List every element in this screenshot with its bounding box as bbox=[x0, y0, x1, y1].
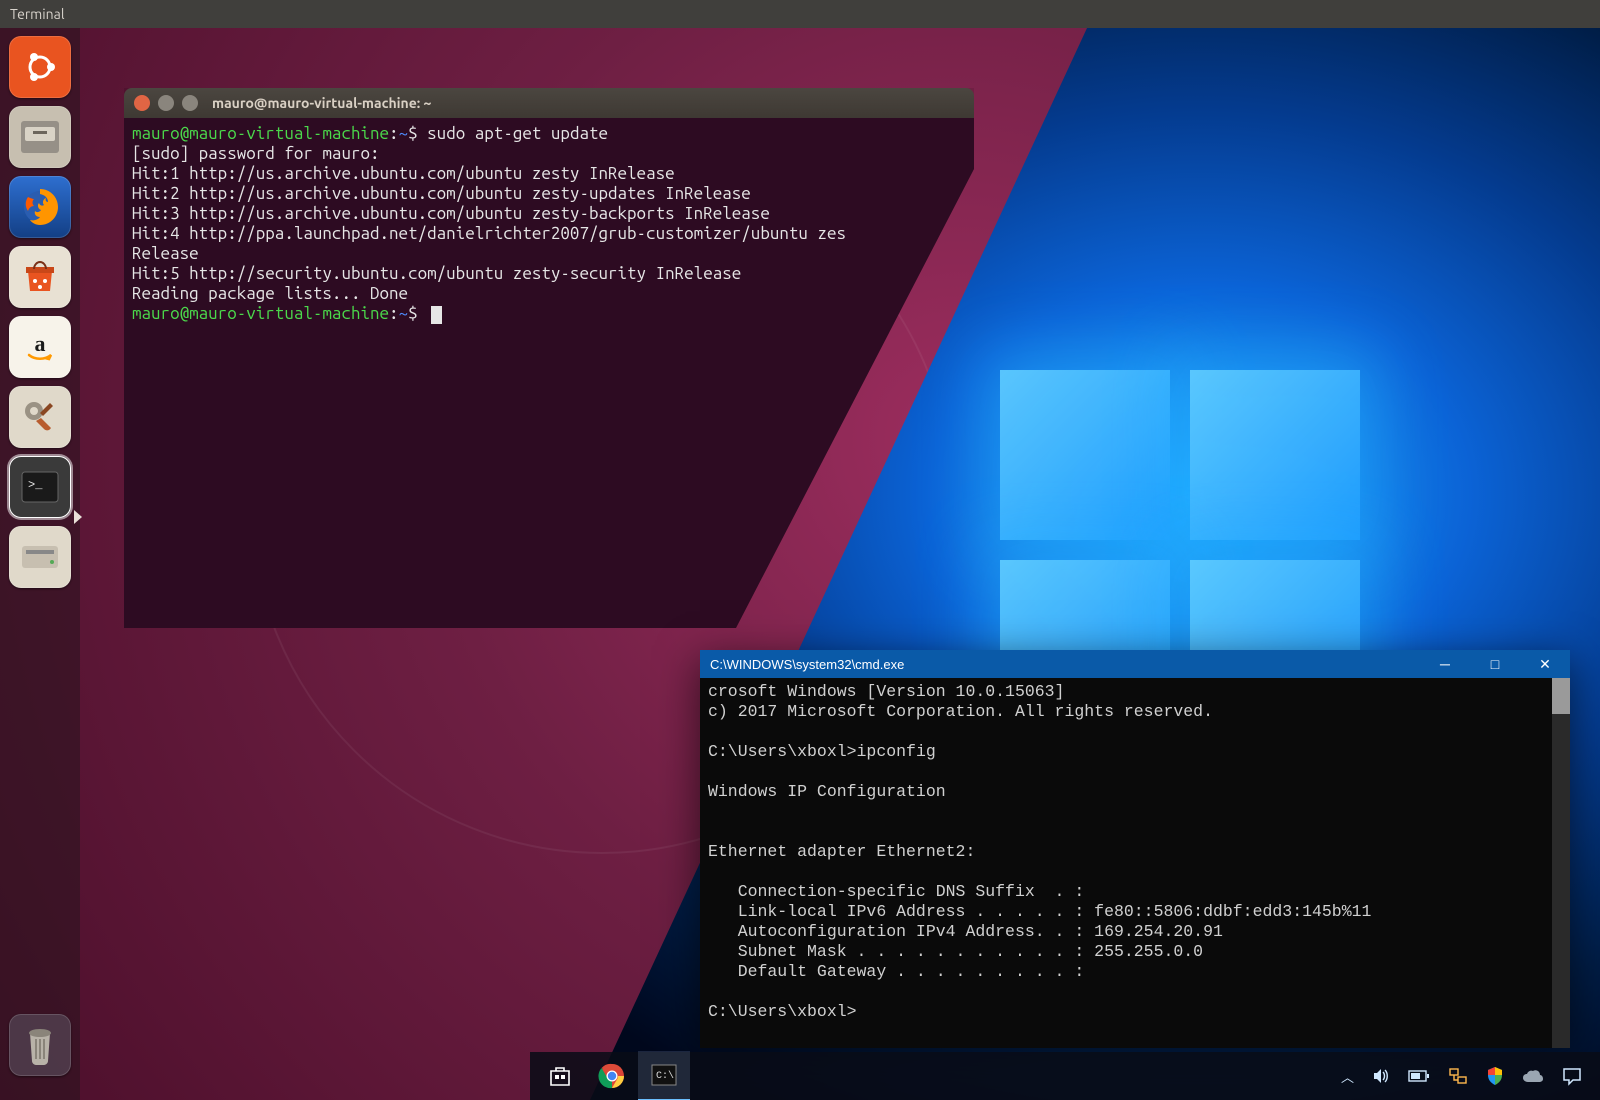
terminal-line: Release bbox=[132, 244, 199, 263]
cmd-line: Subnet Mask . . . . . . . . . . . : 255.… bbox=[708, 942, 1203, 961]
tray-battery-icon[interactable] bbox=[1408, 1069, 1430, 1083]
store-icon bbox=[547, 1063, 573, 1089]
terminal-line: Hit:5 http://security.ubuntu.com/ubuntu … bbox=[132, 264, 741, 283]
cmd-line: Ethernet adapter Ethernet2: bbox=[708, 842, 975, 861]
firefox-icon bbox=[18, 185, 62, 229]
ubuntu-menubar: Terminal bbox=[0, 0, 1600, 28]
cmd-line: crosoft Windows [Version 10.0.15063] bbox=[708, 682, 1064, 701]
prompt-path: ~ bbox=[399, 304, 409, 323]
cmd-titlebar[interactable]: C:\WINDOWS\system32\cmd.exe ─ □ ✕ bbox=[700, 650, 1570, 678]
wrench-gear-icon bbox=[19, 396, 61, 438]
ubuntu-terminal-titlebar[interactable]: mauro@mauro-virtual-machine: ~ bbox=[124, 88, 974, 118]
maximize-button[interactable]: □ bbox=[1470, 650, 1520, 678]
windows-logo-tile bbox=[1000, 370, 1170, 540]
cmd-line: c) 2017 Microsoft Corporation. All right… bbox=[708, 702, 1213, 721]
windows-taskbar: C:\ ︿ bbox=[530, 1052, 1600, 1100]
disk-drive-icon bbox=[18, 540, 62, 574]
terminal-command: sudo apt-get update bbox=[427, 124, 608, 143]
terminal-line: [sudo] password for mauro: bbox=[132, 144, 380, 163]
cmd-output[interactable]: crosoft Windows [Version 10.0.15063] c) … bbox=[700, 678, 1570, 1048]
cmd-command: ipconfig bbox=[857, 742, 936, 761]
ubuntu-icon bbox=[22, 49, 58, 85]
terminal-line: Hit:2 http://us.archive.ubuntu.com/ubunt… bbox=[132, 184, 751, 203]
window-title: mauro@mauro-virtual-machine: ~ bbox=[212, 95, 431, 111]
launcher-terminal[interactable]: >_ bbox=[9, 456, 71, 518]
terminal-line: Hit:3 http://us.archive.ubuntu.com/ubunt… bbox=[132, 204, 770, 223]
active-indicator-icon bbox=[74, 510, 82, 524]
prompt-userhost: mauro@mauro-virtual-machine bbox=[132, 304, 389, 323]
windows-cmd-window[interactable]: C:\WINDOWS\system32\cmd.exe ─ □ ✕ crosof… bbox=[700, 650, 1570, 1040]
cmd-icon: C:\ bbox=[651, 1064, 677, 1086]
tray-network-icon[interactable] bbox=[1448, 1067, 1468, 1085]
tray-action-center-icon[interactable] bbox=[1562, 1066, 1582, 1086]
scrollbar-track[interactable] bbox=[1552, 678, 1570, 1048]
launcher-disks[interactable] bbox=[9, 526, 71, 588]
prompt-path: ~ bbox=[399, 124, 409, 143]
launcher-software[interactable] bbox=[9, 246, 71, 308]
amazon-icon: a bbox=[20, 327, 60, 367]
taskbar-chrome[interactable] bbox=[586, 1052, 638, 1100]
terminal-icon: >_ bbox=[20, 470, 60, 504]
svg-text:>_: >_ bbox=[28, 478, 43, 492]
cmd-line: Link-local IPv6 Address . . . . . : fe80… bbox=[708, 902, 1371, 921]
menubar-app-label: Terminal bbox=[10, 6, 65, 22]
cmd-line: Windows IP Configuration bbox=[708, 782, 946, 801]
tray-chevron-up-icon[interactable]: ︿ bbox=[1341, 1067, 1354, 1086]
cmd-line: Autoconfiguration IPv4 Address. . : 169.… bbox=[708, 922, 1223, 941]
cmd-line: Default Gateway . . . . . . . . . : bbox=[708, 962, 1084, 981]
taskbar-cmd[interactable]: C:\ bbox=[638, 1051, 690, 1100]
file-cabinet-icon bbox=[19, 119, 61, 155]
cursor bbox=[431, 306, 442, 324]
svg-text:a: a bbox=[35, 331, 46, 356]
terminal-line: Hit:4 http://ppa.launchpad.net/danielric… bbox=[132, 224, 846, 243]
taskbar-store[interactable] bbox=[534, 1052, 586, 1100]
launcher-files[interactable] bbox=[9, 106, 71, 168]
terminal-line: Reading package lists... Done bbox=[132, 284, 408, 303]
close-button[interactable]: ✕ bbox=[1520, 650, 1570, 678]
tray-volume-icon[interactable] bbox=[1372, 1067, 1390, 1085]
shopping-bag-icon bbox=[20, 257, 60, 297]
window-title: C:\WINDOWS\system32\cmd.exe bbox=[710, 657, 904, 672]
launcher-amazon[interactable]: a bbox=[9, 316, 71, 378]
terminal-line: Hit:1 http://us.archive.ubuntu.com/ubunt… bbox=[132, 164, 675, 183]
maximize-button[interactable] bbox=[182, 95, 198, 111]
tray-defender-icon[interactable] bbox=[1486, 1066, 1504, 1086]
unity-launcher: a >_ bbox=[0, 28, 80, 1100]
launcher-settings[interactable] bbox=[9, 386, 71, 448]
tray-onedrive-icon[interactable] bbox=[1522, 1068, 1544, 1084]
cmd-prompt: C:\Users\xboxl> bbox=[708, 1002, 857, 1021]
launcher-ubuntu-dash[interactable] bbox=[9, 36, 71, 98]
launcher-firefox[interactable] bbox=[9, 176, 71, 238]
system-tray: ︿ bbox=[1341, 1066, 1596, 1086]
cmd-prompt: C:\Users\xboxl> bbox=[708, 742, 857, 761]
launcher-trash[interactable] bbox=[9, 1014, 71, 1076]
close-button[interactable] bbox=[134, 95, 150, 111]
svg-text:C:\: C:\ bbox=[656, 1070, 674, 1082]
trash-icon bbox=[22, 1023, 58, 1067]
prompt-userhost: mauro@mauro-virtual-machine bbox=[132, 124, 389, 143]
scrollbar-thumb[interactable] bbox=[1552, 678, 1570, 714]
cmd-line: Connection-specific DNS Suffix . : bbox=[708, 882, 1084, 901]
chrome-icon bbox=[598, 1062, 626, 1090]
windows-logo-tile bbox=[1190, 370, 1360, 540]
minimize-button[interactable] bbox=[158, 95, 174, 111]
minimize-button[interactable]: ─ bbox=[1420, 650, 1470, 678]
